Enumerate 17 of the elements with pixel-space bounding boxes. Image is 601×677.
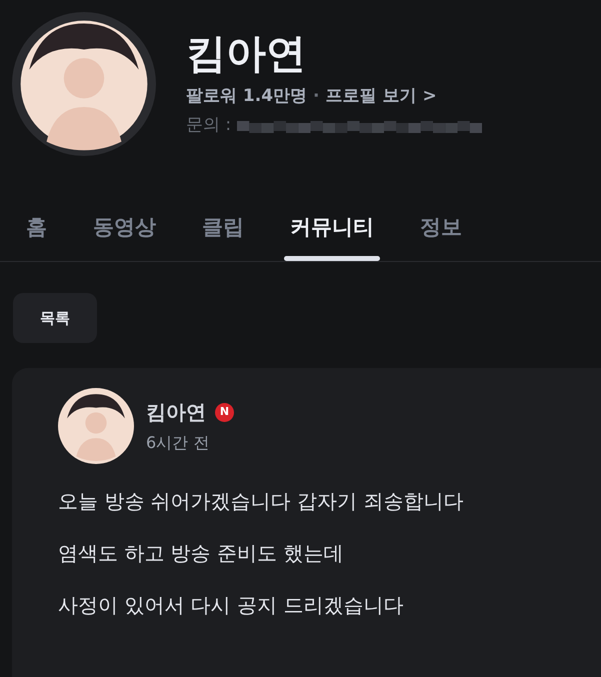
- follower-count: 팔로워 1.4만명: [186, 84, 308, 108]
- tab[interactable]: 클립: [196, 191, 250, 261]
- channel-name: 킴아연: [186, 30, 307, 78]
- notification-badge: N: [215, 402, 234, 422]
- tab[interactable]: 커뮤니티: [284, 191, 380, 261]
- profile-link[interactable]: 프로필 보기 >: [326, 84, 437, 109]
- list-button[interactable]: 목록: [13, 293, 97, 343]
- post-text: 사정이 있어서 다시 공지 드리겠습니다: [58, 592, 404, 618]
- post-time: 6시간 전: [146, 432, 210, 454]
- tab[interactable]: 홈: [20, 191, 53, 261]
- tab[interactable]: 정보: [414, 191, 468, 261]
- post-text: 염색도 하고 방송 준비도 했는데: [58, 540, 344, 566]
- separator-dot: ·: [313, 84, 320, 108]
- contact-label: 문의 :: [186, 114, 232, 137]
- tab[interactable]: 동영상: [87, 191, 162, 261]
- post-text: 오늘 방송 쉬어가겠습니다 갑자기 죄송합니다: [58, 488, 464, 514]
- author-name: 킴아연: [146, 399, 206, 426]
